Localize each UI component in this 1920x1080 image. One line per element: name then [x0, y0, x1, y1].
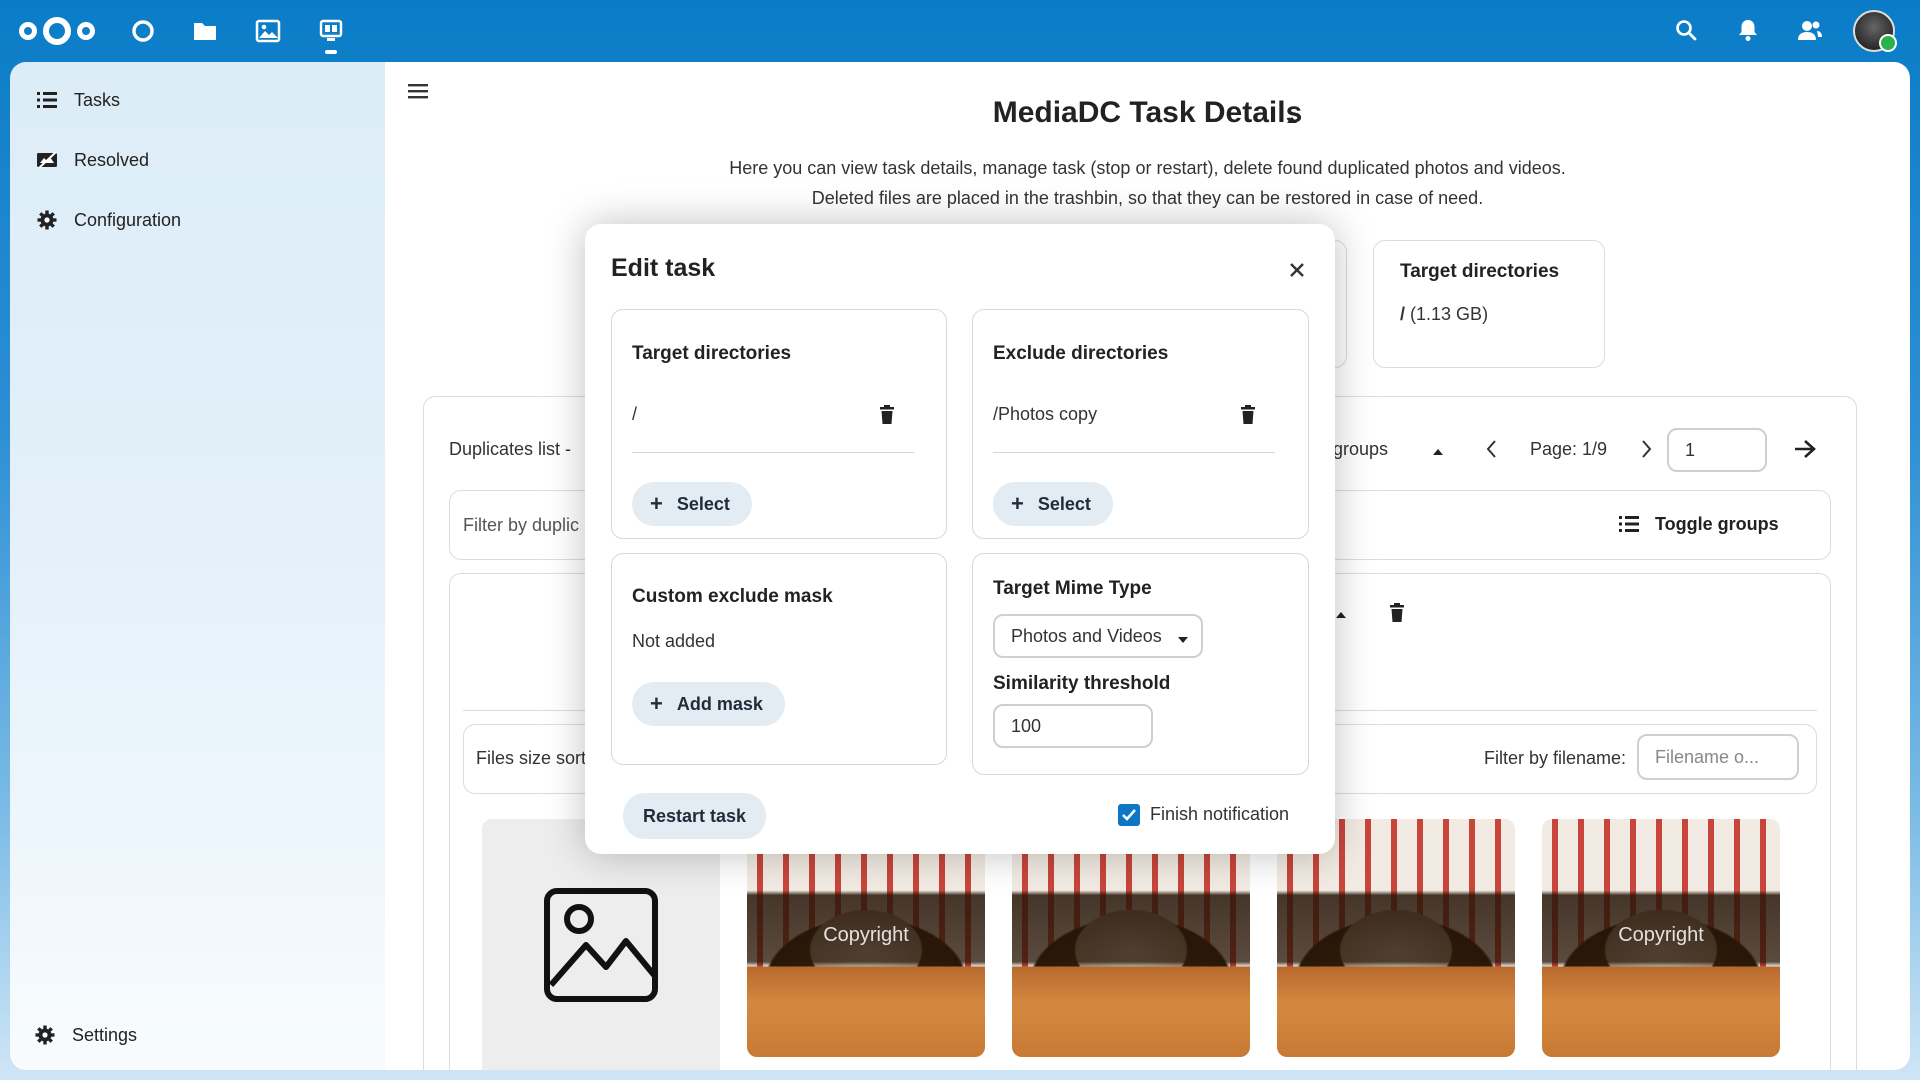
duplicates-list-label: Duplicates list -: [449, 439, 572, 459]
group-caret-icon[interactable]: [1334, 607, 1348, 625]
target-directory-item: /: [632, 404, 638, 424]
button-label: Restart task: [643, 805, 747, 826]
resolved-icon: [36, 149, 58, 171]
sidebar-item-label: Configuration: [74, 209, 182, 230]
button-label: Select: [676, 493, 730, 514]
sidebar-item-label: Resolved: [74, 149, 150, 170]
page-title: MediaDC Task Details: [992, 96, 1303, 129]
plus-icon: +: [650, 691, 663, 716]
button-label: Add mask: [676, 693, 763, 714]
plus-icon: +: [650, 491, 663, 516]
exclude-directories-section: Exclude directories /Photos copy + Select: [972, 309, 1309, 539]
image-placeholder-icon: [544, 887, 658, 1002]
target-directory-size: (1.13 GB): [1410, 304, 1489, 324]
list-icon: [36, 89, 58, 111]
duplicate-thumbnail[interactable]: Copyright: [747, 819, 985, 1057]
search-icon[interactable]: [1670, 14, 1702, 46]
mime-similarity-section: Target Mime Type Photos and Videos Simil…: [972, 553, 1309, 775]
page-number-input[interactable]: 1: [1667, 428, 1767, 472]
files-icon[interactable]: [190, 16, 220, 46]
select-value: Photos and Videos: [1011, 625, 1162, 646]
image-placeholder[interactable]: [482, 819, 720, 1070]
target-directory-path: /: [1400, 304, 1406, 324]
watermark-text: Copyright: [823, 924, 909, 946]
collapse-caret-icon[interactable]: [1285, 112, 1299, 130]
mask-value: Not added: [632, 631, 716, 651]
trash-icon[interactable]: [1237, 404, 1259, 426]
filter-filename-label: Filter by filename:: [1484, 748, 1627, 768]
divider: [993, 452, 1275, 453]
active-app-indicator: [325, 50, 337, 54]
sidebar-item-label: Tasks: [74, 89, 121, 110]
nextcloud-logo[interactable]: [18, 14, 96, 48]
plus-icon: +: [1011, 491, 1024, 516]
mediadc-icon[interactable]: [316, 16, 346, 54]
settings-button[interactable]: Settings: [10, 1010, 385, 1060]
finish-notification-checkbox[interactable]: [1118, 804, 1140, 826]
toggle-groups-icon: [1619, 515, 1639, 538]
chevron-down-icon: [1177, 629, 1189, 650]
settings-label: Settings: [72, 1024, 138, 1045]
photos-icon[interactable]: [253, 16, 283, 46]
close-icon[interactable]: [1285, 258, 1309, 282]
finish-notification-label: Finish notification: [1150, 804, 1290, 824]
page-description: Here you can view task details, manage t…: [729, 158, 1566, 178]
filter-duplicates-input[interactable]: Filter by duplic: [463, 515, 579, 536]
dashboard-icon[interactable]: [128, 16, 158, 46]
dialog-title: Edit task: [611, 254, 716, 282]
groups-label: groups: [1333, 439, 1389, 459]
restart-task-button[interactable]: Restart task: [623, 793, 767, 839]
notifications-icon[interactable]: [1732, 14, 1764, 46]
page-indicator: Page: 1/9: [1530, 439, 1608, 459]
section-title: Target Mime Type: [993, 578, 1152, 599]
sidebar: Tasks Resolved Configuration Settings: [10, 62, 385, 1070]
sidebar-item-configuration[interactable]: Configuration: [10, 195, 385, 245]
add-mask-button[interactable]: + Add mask: [632, 682, 785, 726]
similarity-threshold-input[interactable]: 100: [993, 704, 1153, 748]
select-exclude-button[interactable]: + Select: [993, 482, 1113, 526]
exclude-directory-item: /Photos copy: [993, 404, 1098, 424]
divider: [632, 452, 914, 453]
prev-page-icon[interactable]: [1485, 439, 1499, 464]
select-target-button[interactable]: + Select: [632, 482, 752, 526]
duplicate-thumbnail[interactable]: [1277, 819, 1515, 1057]
groups-caret-icon[interactable]: [1431, 444, 1445, 462]
card-title: Target directories: [1400, 261, 1560, 282]
trash-icon[interactable]: [876, 404, 898, 426]
toggle-groups-button[interactable]: Toggle groups: [1655, 514, 1779, 535]
sidebar-item-tasks[interactable]: Tasks: [10, 75, 385, 125]
duplicate-thumbnail[interactable]: [1012, 819, 1250, 1057]
duplicate-thumbnail[interactable]: Copyright: [1542, 819, 1780, 1057]
target-directories-section: Target directories / + Select: [611, 309, 947, 539]
gear-icon: [34, 1024, 56, 1046]
mime-type-select[interactable]: Photos and Videos: [993, 614, 1203, 658]
delete-group-icon[interactable]: [1389, 603, 1405, 628]
custom-exclude-mask-section: Custom exclude mask Not added + Add mask: [611, 553, 947, 765]
section-title: Target directories: [632, 343, 792, 364]
button-label: Select: [1037, 493, 1091, 514]
target-directories-card: Target directories / (1.13 GB): [1373, 240, 1605, 368]
sidebar-item-resolved[interactable]: Resolved: [10, 135, 385, 185]
section-title: Custom exclude mask: [632, 586, 833, 607]
contacts-icon[interactable]: [1794, 14, 1826, 46]
target-directory-value: / (1.13 GB): [1400, 304, 1488, 325]
status-online-indicator: [1879, 34, 1897, 52]
page-description: Deleted files are placed in the trashbin…: [811, 188, 1484, 208]
filename-filter-input[interactable]: Filename o...: [1637, 734, 1799, 780]
go-to-page-arrow-icon[interactable]: [1793, 438, 1817, 465]
section-title: Similarity threshold: [993, 673, 1171, 694]
top-bar: [0, 0, 1920, 62]
gear-icon: [36, 209, 58, 231]
next-page-icon[interactable]: [1639, 439, 1653, 464]
edit-task-dialog: Edit task Target directories / + Select E…: [585, 224, 1335, 854]
files-size-sort[interactable]: Files size sort: [476, 748, 586, 769]
section-title: Exclude directories: [993, 343, 1169, 364]
watermark-text: Copyright: [1618, 924, 1704, 946]
